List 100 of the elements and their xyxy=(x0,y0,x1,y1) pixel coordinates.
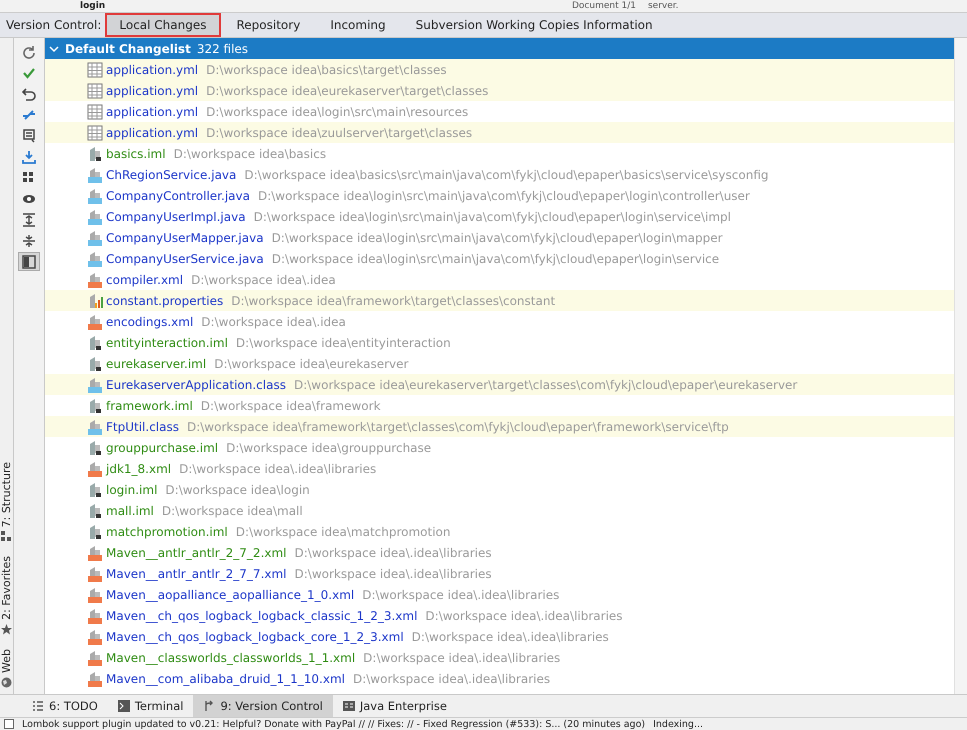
file-path: D:\workspace idea\framework xyxy=(200,398,381,412)
iml-file-icon xyxy=(87,398,103,414)
file-name: entityinteraction.iml xyxy=(106,336,228,350)
file-row[interactable]: CompanyUserMapper.java D:\workspace idea\login\src\main\java\com\fykj\cloud\epaper\login\mapper xyxy=(45,227,954,248)
yml-file-icon xyxy=(87,124,103,140)
file-name: Maven__com_alibaba_druid_1_1_10.xml xyxy=(106,672,345,686)
xml-file-icon xyxy=(87,460,103,476)
file-row[interactable]: Maven__com_alibaba_druid_1_1_10.xml D:\workspace idea\.idea\libraries xyxy=(45,668,954,689)
file-row[interactable]: compiler.xml D:\workspace idea\.idea xyxy=(45,269,954,290)
file-row[interactable]: encodings.xml D:\workspace idea\.idea xyxy=(45,311,954,332)
xml-file-icon xyxy=(87,628,103,644)
xml-file-icon xyxy=(87,608,103,624)
xml-file-icon xyxy=(87,650,103,666)
file-row[interactable]: FtpUtil.class D:\workspace idea\framework\target\classes\com\fykj\cloud\epaper\framework\service\ftp xyxy=(45,416,954,437)
properties-file-icon xyxy=(87,292,103,308)
side-tab[interactable]: 2: Favorites xyxy=(0,556,13,636)
tool-window-tab[interactable]: 9: Version Control xyxy=(193,695,333,717)
breadcrumb-item[interactable]: server. xyxy=(648,0,679,12)
file-name: CompanyUserService.java xyxy=(106,252,264,266)
xml-file-icon xyxy=(87,670,103,686)
file-row[interactable]: application.yml D:\workspace idea\basics\target\classes xyxy=(45,59,954,80)
file-row[interactable]: login.iml D:\workspace idea\login xyxy=(45,479,954,500)
iml-file-icon xyxy=(87,524,103,540)
status-message[interactable]: Lombok support plugin updated to v0.21: Helpful? Donate with PayPal // // Fixes: // - Fixed Regression (#533): S... (20 minutes ago) xyxy=(22,718,646,730)
iml-file-icon xyxy=(87,482,103,498)
file-name: CompanyUserMapper.java xyxy=(106,230,264,244)
file-row[interactable]: application.yml D:\workspace idea\login\src\main\resources xyxy=(45,101,954,122)
file-name: mall.iml xyxy=(106,504,154,518)
tool-window-tab[interactable]: 6: TODO xyxy=(22,695,108,717)
file-row[interactable]: Maven__antlr_antlr_2_7_2.xml D:\workspace idea\.idea\libraries xyxy=(45,542,954,563)
file-path: D:\workspace idea\login\src\main\java\com\fykj\cloud\epaper\login\service xyxy=(272,252,720,266)
file-row[interactable]: Maven__aopalliance_aopalliance_1_0.xml D:\workspace idea\.idea\libraries xyxy=(45,584,954,605)
file-row[interactable]: application.yml D:\workspace idea\eurekaserver\target\classes xyxy=(45,80,954,101)
file-name: application.yml xyxy=(106,126,198,140)
iml-file-icon xyxy=(87,356,103,372)
java-file-icon xyxy=(87,230,103,246)
file-path: D:\workspace idea\.idea\libraries xyxy=(352,672,550,686)
xml-file-icon xyxy=(87,544,103,560)
file-name: matchpromotion.iml xyxy=(106,524,228,538)
file-row[interactable]: CompanyUserService.java D:\workspace idea\login\src\main\java\com\fykj\cloud\epaper\login\service xyxy=(45,248,954,269)
file-row[interactable]: eurekaserver.iml D:\workspace idea\eurekaserver xyxy=(45,353,954,374)
status-checkbox[interactable] xyxy=(4,719,14,729)
iml-file-icon xyxy=(87,146,103,162)
tab[interactable]: Repository xyxy=(222,13,314,37)
file-row[interactable]: entityinteraction.iml D:\workspace idea\entityinteraction xyxy=(45,332,954,353)
file-row[interactable]: EurekaserverApplication.class D:\workspace idea\eurekaserver\target\classes\com\fykj\cloud\epaper\eurekaserver xyxy=(45,374,954,395)
file-row[interactable]: framework.iml D:\workspace idea\framework xyxy=(45,395,954,416)
tab[interactable]: Incoming xyxy=(316,13,400,37)
file-path: D:\workspace idea\zuulserver\target\classes xyxy=(206,126,472,140)
file-name: Maven__antlr_antlr_2_7_7.xml xyxy=(106,566,287,580)
breadcrumb[interactable]: Document 1/1 xyxy=(572,0,636,12)
file-path: D:\workspace idea\login\src\main\java\com\fykj\cloud\epaper\login\controller\user xyxy=(258,188,750,202)
side-tab[interactable]: Web xyxy=(0,649,13,688)
file-path: D:\workspace idea\.idea\libraries xyxy=(179,462,376,476)
file-path: D:\workspace idea\login\src\main\java\com\fykj\cloud\epaper\login\service\impl xyxy=(254,210,731,224)
file-row[interactable]: Maven__antlr_antlr_2_7_7.xml D:\workspace idea\.idea\libraries xyxy=(45,563,954,584)
file-path: D:\workspace idea\.idea\libraries xyxy=(412,630,609,644)
file-row[interactable]: Maven__ch_qos_logback_logback_core_1_2_3.xml D:\workspace idea\.idea\libraries xyxy=(45,626,954,647)
file-path: D:\workspace idea\basics\src\main\java\com\fykj\cloud\epaper\basics\service\sysconfig xyxy=(244,168,768,182)
file-path: D:\workspace idea\grouppurchase xyxy=(226,440,432,454)
file-row[interactable]: constant.properties D:\workspace idea\framework\target\classes\constant xyxy=(45,290,954,311)
file-row[interactable]: CompanyController.java D:\workspace idea\login\src\main\java\com\fykj\cloud\epaper\login\controller\user xyxy=(45,185,954,206)
tab[interactable]: Local Changes xyxy=(105,13,220,37)
class-file-icon xyxy=(87,418,103,434)
file-name: constant.properties xyxy=(106,294,224,308)
file-name: Maven__antlr_antlr_2_7_2.xml xyxy=(106,546,287,560)
file-row[interactable]: matchpromotion.iml D:\workspace idea\matchpromotion xyxy=(45,521,954,542)
side-tab[interactable]: 7: Structure xyxy=(0,462,13,542)
file-path: D:\workspace idea\entityinteraction xyxy=(236,336,451,350)
file-row[interactable]: basics.iml D:\workspace idea\basics xyxy=(45,143,954,164)
changelist-header[interactable]: Default Changelist 322 files xyxy=(45,38,954,59)
terminal-icon xyxy=(118,700,130,712)
file-path: D:\workspace idea\eurekaserver xyxy=(214,356,408,370)
tool-window-tab[interactable]: Java Enterprise xyxy=(332,695,457,717)
java-file-icon xyxy=(87,166,103,182)
file-row[interactable]: jdk1_8.xml D:\workspace idea\.idea\libraries xyxy=(45,458,954,479)
file-row[interactable]: mall.iml D:\workspace idea\mall xyxy=(45,500,954,521)
file-name: login.iml xyxy=(106,482,158,496)
file-row[interactable]: CompanyUserImpl.java D:\workspace idea\login\src\main\java\com\fykj\cloud\epaper\login\service\impl xyxy=(45,206,954,227)
yml-file-icon xyxy=(87,104,103,120)
scrollbar-track[interactable] xyxy=(954,38,967,694)
file-path: D:\workspace idea\framework\target\classes\constant xyxy=(231,294,556,308)
file-row[interactable]: application.yml D:\workspace idea\zuulserver\target\classes xyxy=(45,122,954,143)
file-name: jdk1_8.xml xyxy=(106,462,172,476)
file-name: encodings.xml xyxy=(106,314,194,328)
file-row[interactable]: Maven__classworlds_classworlds_1_1.xml D:\workspace idea\.idea\libraries xyxy=(45,647,954,668)
file-row[interactable]: Maven__ch_qos_logback_logback_classic_1_2_3.xml D:\workspace idea\.idea\libraries xyxy=(45,605,954,626)
file-path: D:\workspace idea\eurekaserver\target\classes\com\fykj\cloud\epaper\eurekaserver xyxy=(294,378,798,392)
file-row[interactable]: ChRegionService.java D:\workspace idea\basics\src\main\java\com\fykj\cloud\epaper\basics\service\sysconfig xyxy=(45,164,954,185)
tool-window-title: Version Control: xyxy=(6,18,102,32)
file-count: 322 files xyxy=(196,42,248,56)
file-path: D:\workspace idea\login\src\main\resources xyxy=(206,104,468,118)
file-row[interactable]: grouppurchase.iml D:\workspace idea\grouppurchase xyxy=(45,437,954,458)
tab[interactable]: Subversion Working Copies Information xyxy=(402,13,667,37)
file-name: Maven__aopalliance_aopalliance_1_0.xml xyxy=(106,588,354,602)
tool-window-tab[interactable]: Terminal xyxy=(108,695,194,717)
chevron-icon[interactable] xyxy=(49,44,59,54)
file-path: D:\workspace idea\mall xyxy=(162,504,303,518)
file-name: FtpUtil.class xyxy=(106,420,179,434)
file-path: D:\workspace idea\.idea xyxy=(201,314,346,328)
